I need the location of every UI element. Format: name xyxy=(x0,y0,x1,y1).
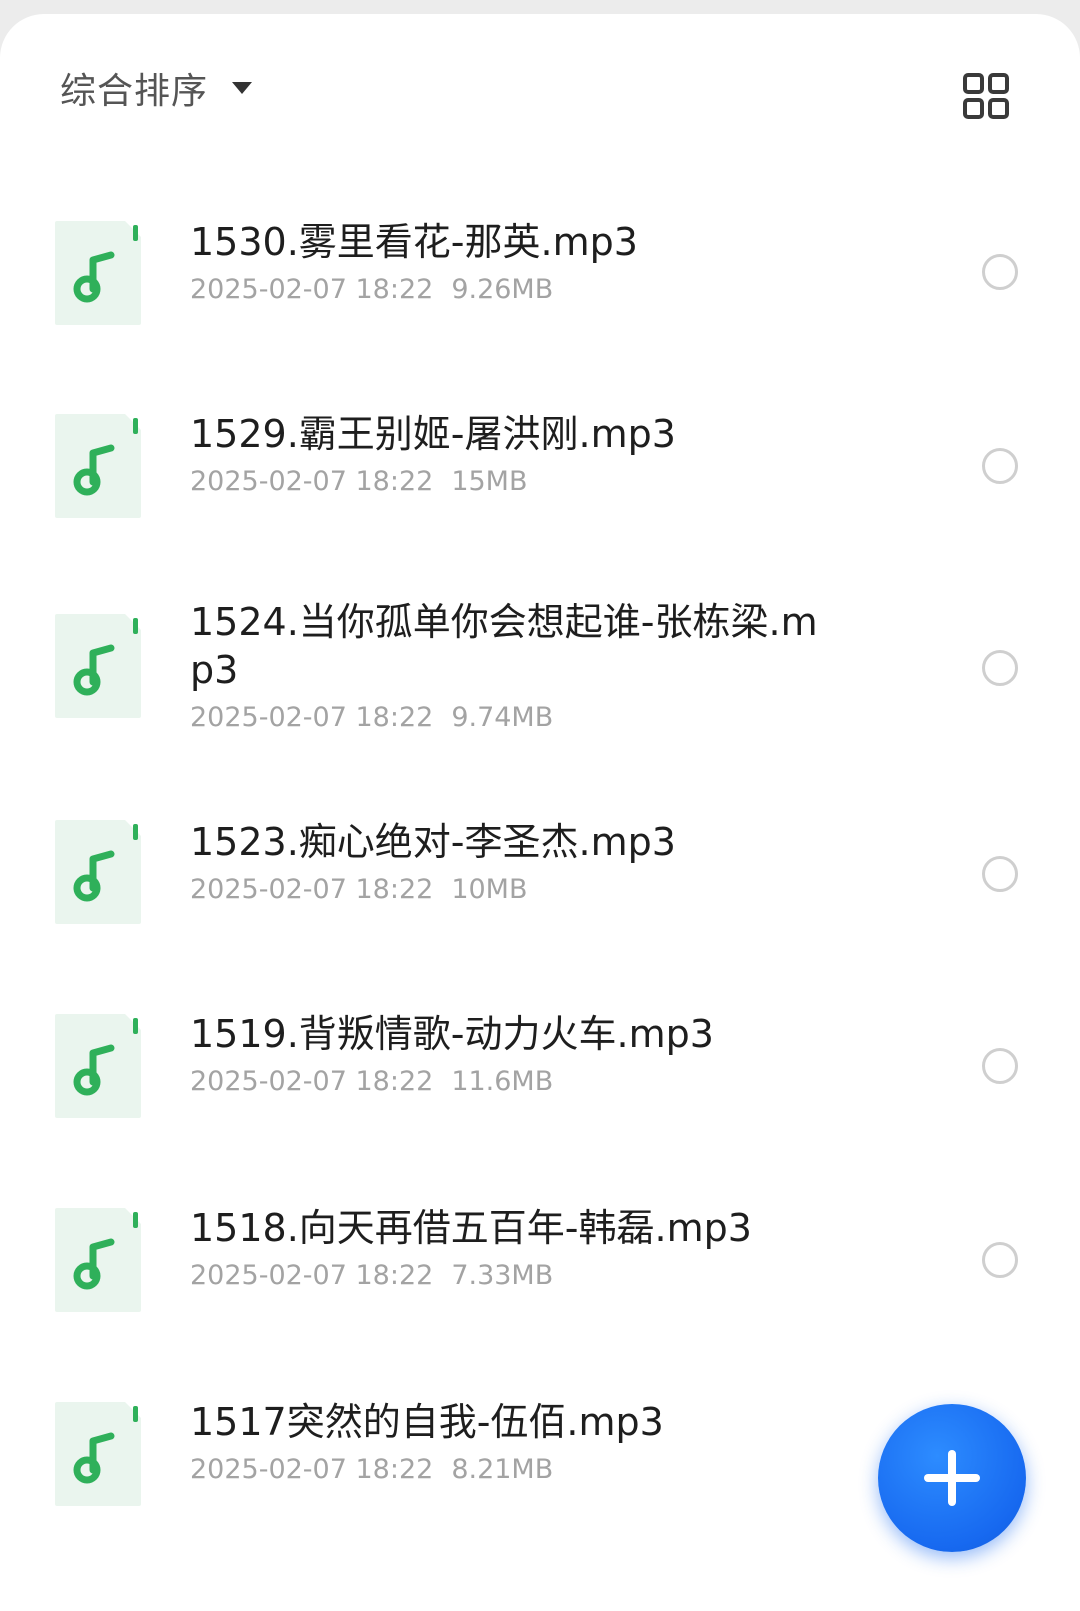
file-date: 2025-02-07 18:22 xyxy=(190,274,434,305)
file-meta: 2025-02-07 18:22 15MB xyxy=(190,464,870,500)
sort-label: 综合排序 xyxy=(60,71,209,112)
file-date: 2025-02-07 18:22 xyxy=(190,1260,434,1291)
select-radio[interactable] xyxy=(982,448,1018,484)
file-text: 1530.雾里看花-那英.mp3 2025-02-07 18:22 9.26MB xyxy=(190,218,870,308)
file-name: 1518.向天再借五百年-韩磊.mp3 xyxy=(190,1206,752,1250)
toolbar: 综合排序 xyxy=(0,14,1080,164)
file-list: 1530.雾里看花-那英.mp3 2025-02-07 18:22 9.26MB … xyxy=(0,164,1080,1560)
grid-view-button[interactable] xyxy=(962,72,1010,120)
file-size: 8.21MB xyxy=(451,1454,554,1485)
file-date: 2025-02-07 18:22 xyxy=(190,874,434,905)
file-date: 2025-02-07 18:22 xyxy=(190,1066,434,1097)
music-file-icon xyxy=(53,1400,143,1508)
file-row[interactable]: 1529.霸王别姬-屠洪刚.mp3 2025-02-07 18:22 15MB xyxy=(0,362,1080,560)
plus-icon-stroke xyxy=(948,1450,956,1506)
file-name: 1519.背叛情歌-动力火车.mp3 xyxy=(190,1012,714,1056)
file-name: 1524.当你孤单你会想起谁-张栋梁.mp3 xyxy=(190,600,818,692)
select-radio[interactable] xyxy=(982,856,1018,892)
music-file-icon xyxy=(53,219,143,327)
music-file-icon xyxy=(53,818,143,926)
file-meta: 2025-02-07 18:22 9.26MB xyxy=(190,272,870,308)
add-button[interactable] xyxy=(878,1404,1026,1552)
file-date: 2025-02-07 18:22 xyxy=(190,1454,434,1485)
select-radio[interactable] xyxy=(982,254,1018,290)
file-row[interactable]: 1523.痴心绝对-李圣杰.mp3 2025-02-07 18:22 10MB xyxy=(0,768,1080,966)
music-file-icon xyxy=(53,412,143,520)
file-row[interactable]: 1530.雾里看花-那英.mp3 2025-02-07 18:22 9.26MB xyxy=(0,164,1080,362)
music-file-icon xyxy=(53,612,143,720)
file-row[interactable]: 1524.当你孤单你会想起谁-张栋梁.mp3 2025-02-07 18:22 9… xyxy=(0,560,1080,768)
file-meta: 2025-02-07 18:22 11.6MB xyxy=(190,1064,870,1100)
file-date: 2025-02-07 18:22 xyxy=(190,466,434,497)
file-name: 1529.霸王别姬-屠洪刚.mp3 xyxy=(190,412,676,456)
file-meta: 2025-02-07 18:22 9.74MB xyxy=(190,700,830,736)
select-radio[interactable] xyxy=(982,650,1018,686)
file-size: 9.74MB xyxy=(451,702,554,733)
file-name: 1530.雾里看花-那英.mp3 xyxy=(190,220,638,264)
music-file-icon xyxy=(53,1012,143,1120)
file-text: 1518.向天再借五百年-韩磊.mp3 2025-02-07 18:22 7.33… xyxy=(190,1204,870,1294)
file-name: 1517突然的自我-伍佰.mp3 xyxy=(190,1400,664,1444)
file-text: 1529.霸王别姬-屠洪刚.mp3 2025-02-07 18:22 15MB xyxy=(190,410,870,500)
file-text: 1524.当你孤单你会想起谁-张栋梁.mp3 2025-02-07 18:22 9… xyxy=(190,598,830,736)
file-size: 10MB xyxy=(451,874,528,905)
file-row[interactable]: 1519.背叛情歌-动力火车.mp3 2025-02-07 18:22 11.6M… xyxy=(0,966,1080,1164)
sort-dropdown[interactable]: 综合排序 xyxy=(60,62,253,114)
file-row[interactable]: 1518.向天再借五百年-韩磊.mp3 2025-02-07 18:22 7.33… xyxy=(0,1164,1080,1362)
file-text: 1523.痴心绝对-李圣杰.mp3 2025-02-07 18:22 10MB xyxy=(190,818,870,908)
file-date: 2025-02-07 18:22 xyxy=(190,702,434,733)
file-text: 1519.背叛情歌-动力火车.mp3 2025-02-07 18:22 11.6M… xyxy=(190,1010,870,1100)
select-radio[interactable] xyxy=(982,1242,1018,1278)
file-size: 11.6MB xyxy=(451,1066,554,1097)
file-size: 15MB xyxy=(451,466,528,497)
file-meta: 2025-02-07 18:22 10MB xyxy=(190,872,870,908)
file-size: 7.33MB xyxy=(451,1260,554,1291)
file-meta: 2025-02-07 18:22 7.33MB xyxy=(190,1258,870,1294)
grid-view-icon xyxy=(963,73,1009,119)
file-meta: 2025-02-07 18:22 8.21MB xyxy=(190,1452,870,1488)
file-size: 9.26MB xyxy=(451,274,554,305)
file-text: 1517突然的自我-伍佰.mp3 2025-02-07 18:22 8.21MB xyxy=(190,1398,870,1488)
caret-down-icon xyxy=(232,82,253,94)
file-name: 1523.痴心绝对-李圣杰.mp3 xyxy=(190,820,676,864)
music-file-icon xyxy=(53,1206,143,1314)
select-radio[interactable] xyxy=(982,1048,1018,1084)
file-list-sheet: 综合排序 1530.雾里看花-那英.mp3 2025-02-07 18:22 9… xyxy=(0,14,1080,1611)
